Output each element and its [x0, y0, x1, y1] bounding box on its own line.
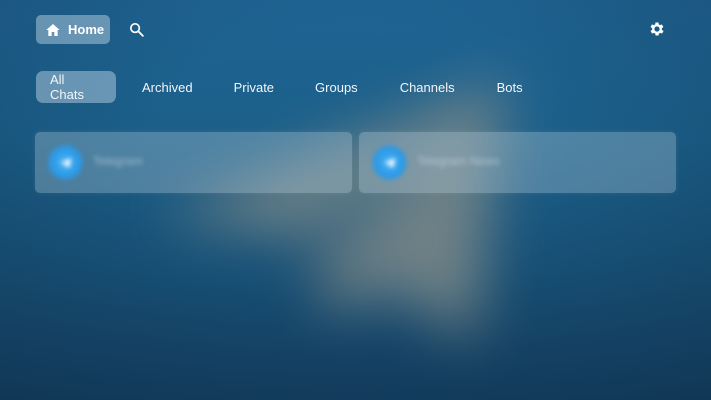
chat-avatar	[372, 145, 407, 180]
chat-card[interactable]: Telegram	[35, 132, 352, 193]
chat-card[interactable]: Telegram News	[359, 132, 676, 193]
tab-all-chats[interactable]: All Chats	[36, 71, 116, 103]
home-label: Home	[68, 22, 105, 37]
top-bar: Home	[0, 0, 711, 60]
chat-title: Telegram	[93, 154, 143, 168]
tab-channels[interactable]: Channels	[400, 71, 455, 103]
background-telegram-shape	[160, 80, 505, 345]
tab-private[interactable]: Private	[234, 71, 274, 103]
home-button[interactable]: Home	[36, 15, 110, 44]
gear-icon	[648, 20, 666, 38]
telegram-icon	[383, 157, 395, 168]
tab-bots[interactable]: Bots	[497, 71, 523, 103]
telegram-icon	[59, 157, 71, 168]
chat-list: Telegram Telegram News	[35, 132, 676, 193]
chat-title: Telegram News	[417, 154, 500, 168]
chat-filter-tabs: All Chats Archived Private Groups Channe…	[36, 71, 523, 103]
home-icon	[45, 22, 61, 38]
chat-avatar	[48, 145, 83, 180]
background-vignette	[0, 0, 711, 400]
tab-archived[interactable]: Archived	[142, 71, 193, 103]
tab-groups[interactable]: Groups	[315, 71, 358, 103]
search-icon	[128, 21, 145, 38]
settings-button[interactable]	[648, 20, 666, 38]
search-button[interactable]	[128, 21, 145, 38]
